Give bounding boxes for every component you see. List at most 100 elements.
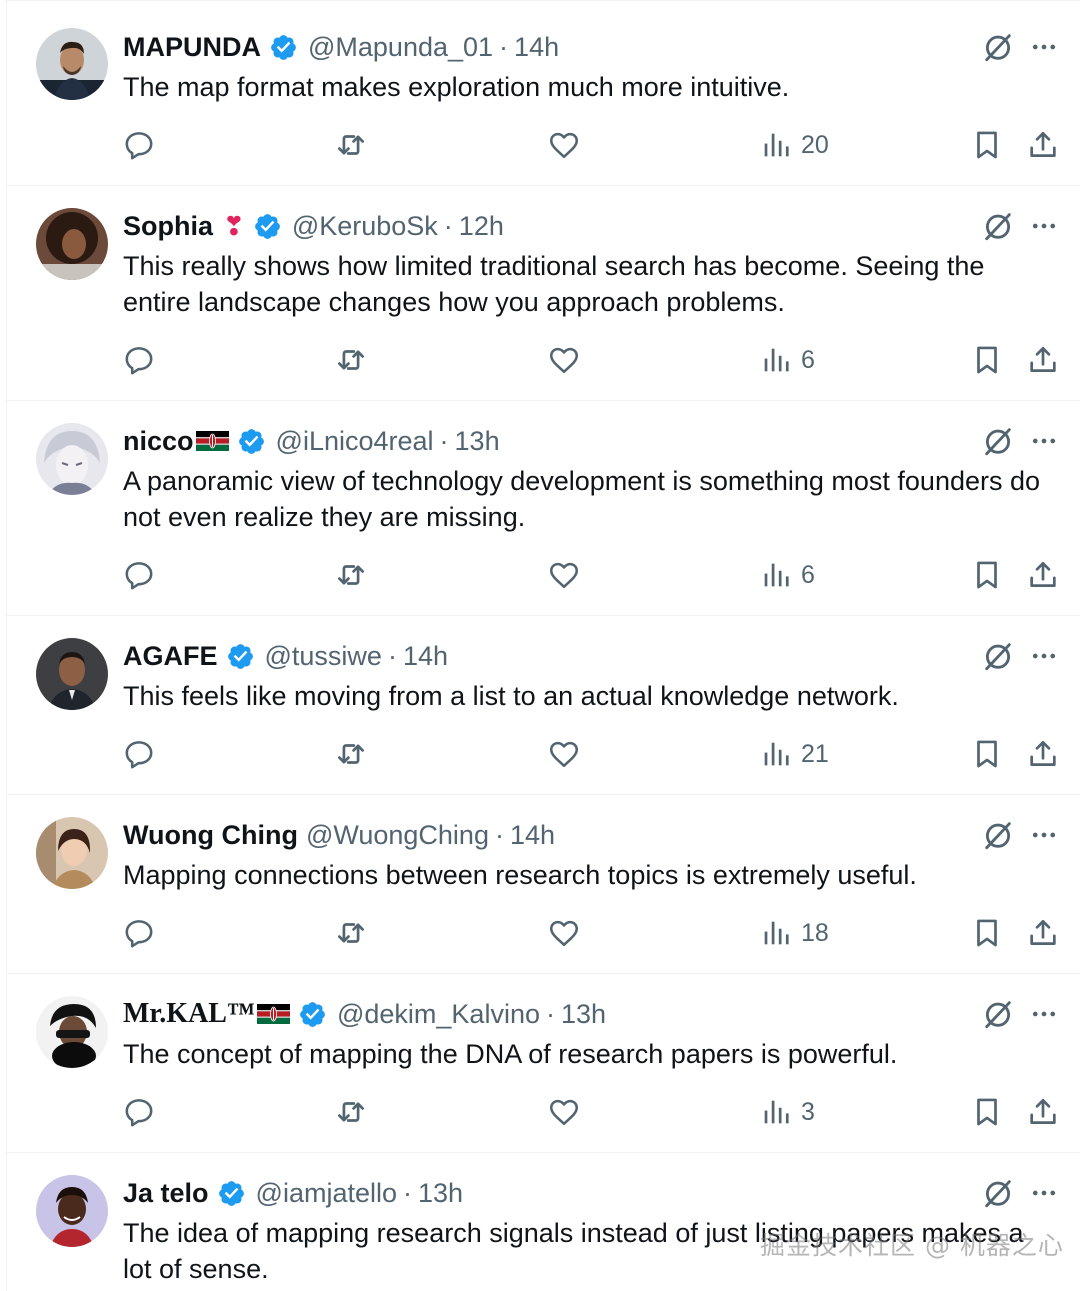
grok-icon[interactable] [981, 639, 1015, 673]
verified-badge-icon[interactable] [237, 427, 266, 456]
bookmark-button[interactable] [970, 340, 1004, 380]
username-handle[interactable]: @Mapunda_01 [308, 32, 493, 63]
display-name[interactable]: nicco [123, 426, 194, 457]
like-button[interactable] [547, 555, 581, 595]
share-button[interactable] [1026, 125, 1060, 165]
avatar[interactable] [36, 638, 108, 710]
verified-badge-icon[interactable] [217, 1179, 246, 1208]
timestamp[interactable]: 13h [418, 1178, 463, 1209]
separator: · [494, 819, 504, 850]
bookmark-button[interactable] [970, 125, 1004, 165]
retweet-button[interactable] [334, 125, 368, 165]
verified-badge-icon[interactable] [298, 1000, 327, 1029]
grok-icon[interactable] [981, 209, 1015, 243]
tweet-item[interactable]: Ja telo @iamjatello · 13h The idea of ma… [7, 1153, 1080, 1291]
retweet-button[interactable] [334, 913, 368, 953]
timestamp[interactable]: 14h [514, 32, 559, 63]
views-button[interactable]: 6 [759, 340, 815, 380]
share-button[interactable] [1026, 555, 1060, 595]
timestamp[interactable]: 13h [561, 999, 606, 1030]
display-name[interactable]: MAPUNDA [123, 32, 261, 63]
more-options-icon[interactable] [1029, 209, 1059, 243]
like-button[interactable] [547, 734, 581, 774]
grok-icon[interactable] [981, 424, 1015, 458]
tweet-item[interactable]: AGAFE @tussiwe · 14h This feels like mov… [7, 616, 1080, 795]
reply-button[interactable] [122, 913, 156, 953]
grok-icon[interactable] [981, 1176, 1015, 1210]
avatar[interactable] [36, 28, 108, 100]
bookmark-button[interactable] [970, 913, 1004, 953]
grok-icon[interactable] [981, 997, 1015, 1031]
tweet-text: This feels like moving from a list to an… [123, 681, 899, 711]
avatar[interactable] [36, 423, 108, 495]
display-name[interactable]: AGAFE [123, 641, 218, 672]
share-button[interactable] [1026, 340, 1060, 380]
share-button[interactable] [1026, 734, 1060, 774]
views-button[interactable]: 3 [759, 1092, 815, 1132]
like-button[interactable] [547, 340, 581, 380]
views-button[interactable]: 20 [759, 125, 829, 165]
username-handle[interactable]: @KeruboSk [292, 211, 438, 242]
timestamp[interactable]: 14h [510, 820, 555, 851]
display-name[interactable]: Mr.KAL™ [123, 998, 255, 1030]
username-handle[interactable]: @dekim_Kalvino [337, 999, 540, 1030]
tweet-item[interactable]: Wuong Ching @WuongChing · 14h Mapping co… [7, 795, 1080, 974]
timestamp[interactable]: 14h [403, 641, 448, 672]
tweet-item[interactable]: Mr.KAL™ @dekim_Kalvino · 13h The concept… [7, 974, 1080, 1153]
avatar[interactable] [36, 208, 108, 280]
display-name[interactable]: Sophia [123, 211, 213, 242]
username-handle[interactable]: @WuongChing [306, 820, 489, 851]
retweet-button[interactable] [334, 1092, 368, 1132]
action-bar: 21 [7, 734, 1080, 774]
timestamp[interactable]: 13h [455, 426, 500, 457]
username-handle[interactable]: @tussiwe [265, 641, 382, 672]
like-heart-icon [547, 1095, 581, 1129]
reply-button[interactable] [122, 1092, 156, 1132]
views-button[interactable]: 6 [759, 555, 815, 595]
display-name[interactable]: Ja telo [123, 1178, 209, 1209]
reply-button[interactable] [122, 555, 156, 595]
like-button[interactable] [547, 913, 581, 953]
verified-badge-icon[interactable] [269, 33, 298, 62]
bookmark-button[interactable] [970, 734, 1004, 774]
display-name[interactable]: Wuong Ching [123, 820, 298, 851]
bookmark-button[interactable] [970, 1092, 1004, 1132]
grok-icon[interactable] [981, 818, 1015, 852]
more-options-icon[interactable] [1029, 1176, 1059, 1210]
like-button[interactable] [547, 1092, 581, 1132]
retweet-icon [334, 916, 368, 950]
like-button[interactable] [547, 125, 581, 165]
tweet-item[interactable]: MAPUNDA @Mapunda_01 · 14h The map format… [7, 1, 1080, 186]
more-options-icon[interactable] [1029, 997, 1059, 1031]
bookmark-button[interactable] [970, 555, 1004, 595]
grok-icon[interactable] [981, 30, 1015, 64]
tweet-item[interactable]: Sophia ❣ @KeruboSk · 12h This really sho… [7, 186, 1080, 401]
retweet-button[interactable] [334, 555, 368, 595]
retweet-icon [334, 128, 368, 162]
verified-badge-icon[interactable] [226, 642, 255, 671]
views-button[interactable]: 21 [759, 734, 829, 774]
avatar[interactable] [36, 996, 108, 1068]
tweet-header: Ja telo @iamjatello · 13h [123, 1175, 971, 1211]
reply-button[interactable] [122, 340, 156, 380]
retweet-button[interactable] [334, 340, 368, 380]
action-bar: 3 [7, 1092, 1080, 1132]
views-button[interactable]: 18 [759, 913, 829, 953]
share-button[interactable] [1026, 1092, 1060, 1132]
avatar[interactable] [36, 817, 108, 889]
reply-button[interactable] [122, 734, 156, 774]
tweet-text: A panoramic view of technology developme… [123, 466, 1041, 532]
more-options-icon[interactable] [1029, 818, 1059, 852]
reply-button[interactable] [122, 125, 156, 165]
username-handle[interactable]: @iLnico4real [276, 426, 434, 457]
tweet-item[interactable]: nicco @iLnico4real · 13h A panoramic vie… [7, 401, 1080, 616]
more-options-icon[interactable] [1029, 30, 1059, 64]
username-handle[interactable]: @iamjatello [256, 1178, 397, 1209]
more-options-icon[interactable] [1029, 424, 1059, 458]
retweet-button[interactable] [334, 734, 368, 774]
share-button[interactable] [1026, 913, 1060, 953]
verified-badge-icon[interactable] [253, 212, 282, 241]
more-options-icon[interactable] [1029, 639, 1059, 673]
timestamp[interactable]: 12h [459, 211, 504, 242]
avatar[interactable] [36, 1175, 108, 1247]
